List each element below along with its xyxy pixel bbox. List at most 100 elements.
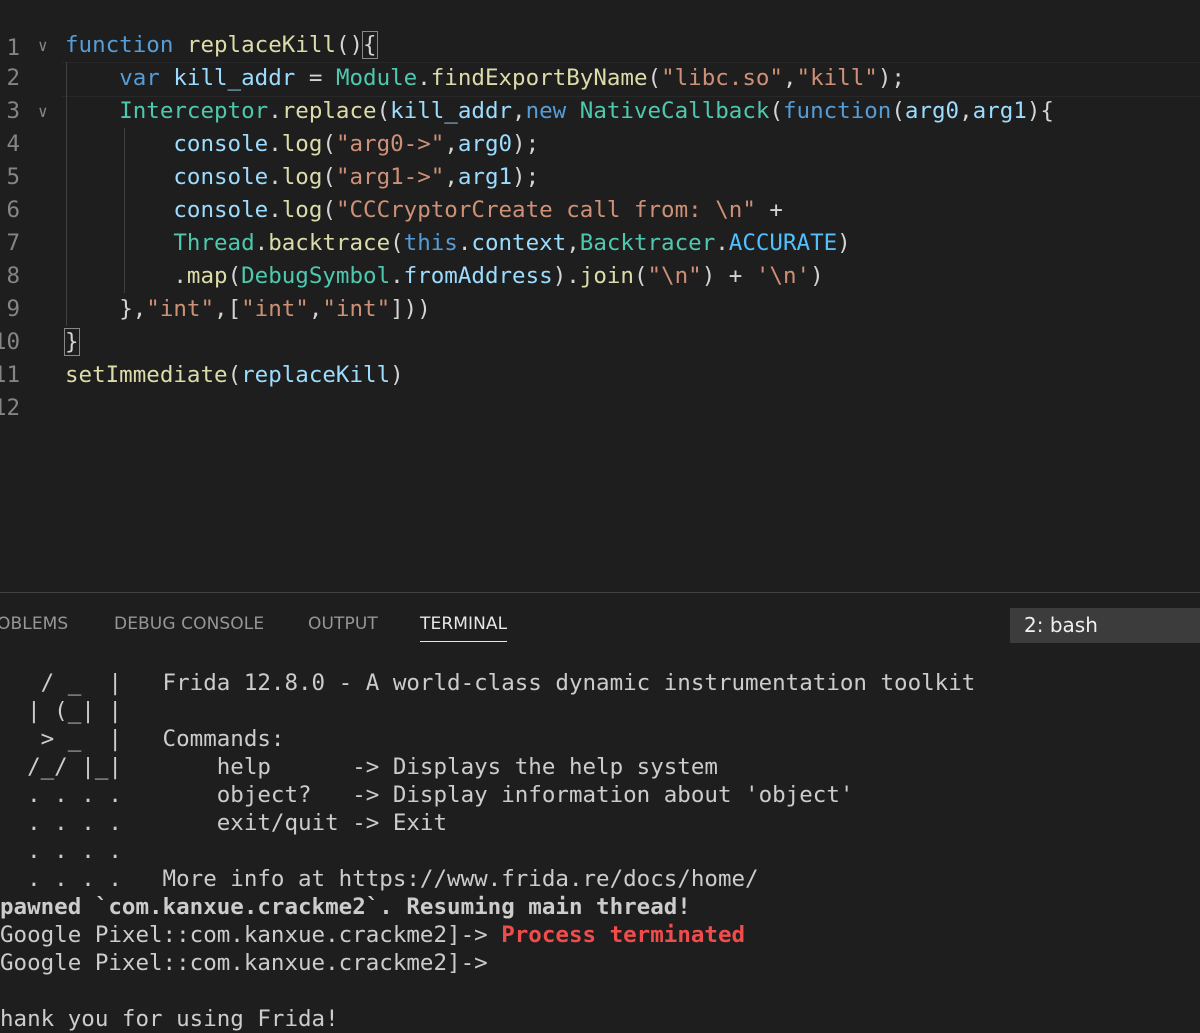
punct: ( [891,98,905,124]
punct: ( [322,131,336,157]
keyword: new [525,98,567,124]
punct: ( [376,98,391,124]
code-line[interactable]: 8 Thread.backtrace(this.context,Backtrac… [0,227,1200,289]
punct: [ [227,296,242,322]
constant: ACCURATE [728,230,838,256]
punct: ( [227,362,242,388]
identifier: console [173,197,269,223]
tab-debug-console[interactable]: DEBUG CONSOLE [114,613,264,641]
punct: ( [227,263,242,289]
punct: . [715,230,729,256]
identifier: console [173,131,269,157]
punct: . [566,263,580,289]
punct: . [268,131,282,157]
punct: ){ [1026,98,1054,124]
punct: = [295,65,336,91]
code-line[interactable]: 5 console.log("arg0->",arg0); [0,128,1200,190]
terminal-line: . . . . exit/quit -> Exit [0,810,448,836]
string: "arg1->" [335,164,445,190]
punct: + [755,197,783,223]
punct: , [512,98,526,124]
string: "arg0->" [335,131,445,157]
punct: ); [877,65,905,91]
punct [566,98,580,124]
punct: ( [633,263,648,289]
class-name: Thread [173,230,255,256]
string: "\n" [647,263,702,289]
terminal-line: Google Pixel::com.kanxue.crackme2]-> Pro… [0,921,745,949]
bottom-panel: OBLEMS DEBUG CONSOLE OUTPUT TERMINAL 2: … [0,592,1200,1033]
process-terminated-text: Process terminated [501,922,746,948]
method-name: log [281,131,323,157]
string: "kill" [796,65,878,91]
code-line[interactable]: 1 [0,0,1200,61]
identifier: fromAddress [403,263,553,289]
punct: ); [512,164,540,190]
string: '\n' [755,263,811,289]
terminal-line: / _ | Frida 12.8.0 - A world-class dynam… [0,670,976,696]
tab-problems[interactable]: OBLEMS [0,613,68,641]
punct: ])) [390,296,431,322]
class-name: NativeCallback [579,98,770,124]
code-line[interactable]: 12 setImmediate(replaceKill) [0,359,1200,421]
identifier: arg0 [904,98,960,124]
terminal-line: | (_| | [0,698,122,724]
code-line[interactable]: 3 var kill_addr = Module.findExportByNam… [0,62,1200,124]
punct: , [566,230,580,256]
punct: () [335,32,364,58]
terminal-line: pawned `com.kanxue.crackme2`. Resuming m… [0,894,691,920]
punct: , [959,98,973,124]
fold-chevron-icon[interactable]: ∨ [38,29,48,62]
terminal-line: . . . . [0,838,122,864]
punct: , [444,164,458,190]
method-name: replace [281,98,377,124]
punct: . [268,98,282,124]
method-name: backtrace [268,230,391,256]
terminal-line: Google Pixel::com.kanxue.crackme2]-> [0,950,488,976]
code-line[interactable]: 11 } [0,326,1200,388]
punct: ( [769,98,783,124]
code-editor[interactable]: 1 2 ∨ function replaceKill(){ 3 var kill… [0,0,1200,592]
bracket-match: } [64,328,80,356]
identifier: console [173,164,269,190]
punct: , [308,296,323,322]
punct: , [782,65,797,91]
tab-output[interactable]: OUTPUT [308,613,378,641]
punct: + [715,263,756,289]
code-line[interactable]: 7 console.log("CCCryptorCreate call from… [0,194,1200,256]
identifier: kill_addr [173,65,296,91]
punct: }, [119,296,147,322]
terminal-select-dropdown[interactable]: 2: bash [1010,608,1200,643]
punct: . [268,164,282,190]
code-line[interactable]: 6 console.log("arg1->",arg1); [0,161,1200,223]
punct: ); [512,131,540,157]
terminal-line: > _ | Commands: [0,726,285,752]
string: "libc.so" [661,65,783,91]
method-name: join [579,263,634,289]
code-line[interactable]: 4 ∨ Interceptor.replace(kill_addr,new Na… [0,95,1200,157]
method-name: log [281,164,323,190]
punct: . [390,263,404,289]
punct: , [214,296,228,322]
string: "int" [241,296,309,322]
terminal-line: . . . . object? -> Display information a… [0,782,854,808]
code-line[interactable]: 10 },"int",["int","int"])) [0,293,1200,355]
punct: ( [647,65,662,91]
string: "int" [322,296,391,322]
function-name: setImmediate [65,362,228,388]
keyword: function [65,32,174,58]
identifier: arg1 [457,164,513,190]
code-line[interactable]: 9 .map(DebugSymbol.fromAddress).join("\n… [0,260,1200,322]
identifier: arg0 [457,131,513,157]
string: "int" [146,296,215,322]
tab-terminal[interactable]: TERMINAL [420,613,508,642]
fold-chevron-icon[interactable]: ∨ [38,95,48,128]
terminal-output[interactable]: / _ | Frida 12.8.0 - A world-class dynam… [0,669,1200,1033]
terminal-prompt: Google Pixel::com.kanxue.crackme2]-> [0,922,502,948]
class-name: Backtracer [579,230,716,256]
terminal-line: /_/ |_| help -> Displays the help system [0,754,718,780]
punct: , [444,131,458,157]
function-name: replaceKill [186,32,336,58]
code-line[interactable]: 2 ∨ function replaceKill(){ [0,29,1200,91]
punct: ) [552,263,567,289]
